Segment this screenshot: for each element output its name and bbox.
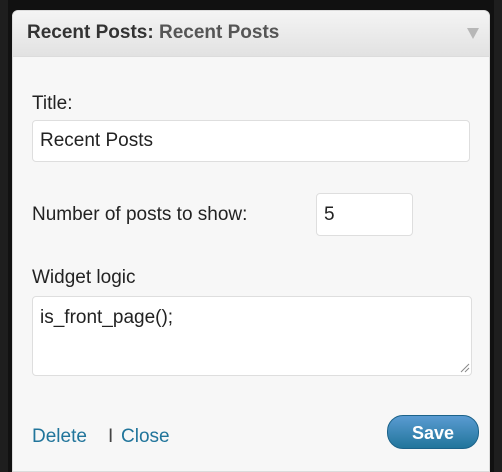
widget-title-main: Recent Posts: xyxy=(27,22,154,43)
delete-link[interactable]: Delete xyxy=(32,426,87,448)
widget-header[interactable]: Recent Posts: Recent Posts xyxy=(13,11,489,57)
title-input[interactable] xyxy=(32,120,470,162)
widget-footer: Delete I Close Save xyxy=(13,391,489,471)
posts-count-label: Number of posts to show: xyxy=(32,204,248,225)
recent-posts-widget: Recent Posts: Recent Posts Title: Number… xyxy=(12,10,490,472)
widget-title: Recent Posts: Recent Posts xyxy=(27,22,279,44)
widget-title-subtitle: Recent Posts xyxy=(158,22,280,43)
save-button[interactable]: Save xyxy=(387,415,479,449)
link-separator: I xyxy=(108,426,114,447)
posts-count-input[interactable] xyxy=(316,193,413,236)
title-label: Title: xyxy=(32,93,73,114)
resize-grip-icon[interactable] xyxy=(460,363,470,373)
widget-logic-label: Widget logic xyxy=(32,267,136,288)
close-link[interactable]: Close xyxy=(121,426,170,448)
widget-logic-textarea[interactable]: is_front_page(); xyxy=(32,296,472,376)
collapse-toggle-icon[interactable] xyxy=(467,28,479,39)
